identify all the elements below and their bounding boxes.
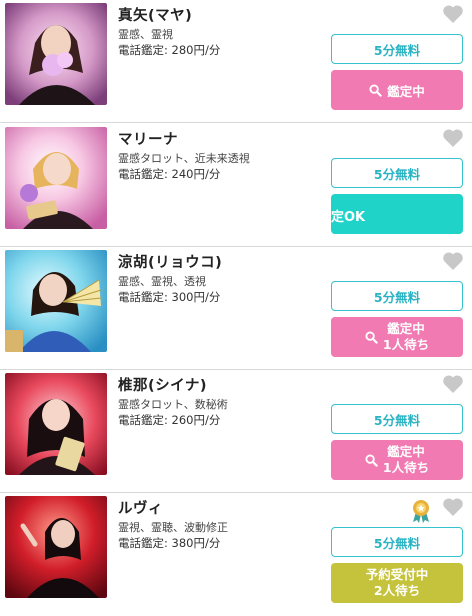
avatar[interactable] — [5, 3, 107, 105]
heart-icon[interactable] — [442, 4, 464, 24]
status-text: 予約受付中 2人待ち — [366, 567, 429, 599]
status-button[interactable]: 定OK — [331, 194, 463, 234]
search-icon — [369, 83, 382, 97]
price-text: 電話鑑定: 380円/分 — [118, 536, 221, 550]
genre-text: 霊視、霊聴、波動修正 — [118, 521, 228, 534]
fortune-teller-list: 真矢(マヤ) 霊感、霊視 電話鑑定: 280円/分 5分無料 鑑定中 マリーナ … — [0, 0, 472, 616]
price-text: 電話鑑定: 280円/分 — [118, 43, 221, 57]
avatar[interactable] — [5, 250, 107, 352]
queue-count: 1人待ち — [382, 337, 430, 352]
status-label: 予約受付中 — [365, 567, 429, 582]
free-5min-button[interactable]: 5分無料 — [331, 34, 463, 64]
heart-icon[interactable] — [442, 497, 464, 517]
status-button[interactable]: 予約受付中 2人待ち — [331, 563, 463, 603]
status-text: 鑑定中 1人待ち — [383, 444, 429, 476]
price-text: 電話鑑定: 300円/分 — [118, 290, 221, 304]
status-button[interactable]: 鑑定中 1人待ち — [331, 440, 463, 480]
free-5min-button[interactable]: 5分無料 — [331, 158, 463, 188]
avatar[interactable] — [5, 127, 107, 229]
status-label: 定OK — [331, 210, 366, 225]
queue-count: 2人待ち — [373, 583, 421, 598]
avatar[interactable] — [5, 496, 107, 598]
heart-icon[interactable] — [442, 251, 464, 271]
status-text: 鑑定中 1人待ち — [383, 321, 429, 353]
price-text: 電話鑑定: 240円/分 — [118, 167, 221, 181]
free-5min-button[interactable]: 5分無料 — [331, 281, 463, 311]
fortune-teller-name[interactable]: マリーナ — [118, 128, 178, 149]
status-label: 鑑定中 — [387, 321, 425, 336]
search-icon — [365, 330, 378, 344]
genre-text: 霊感タロット、近未来透視 — [118, 152, 250, 165]
fortune-teller-name[interactable]: 涼胡(リョウコ) — [118, 251, 222, 272]
free-5min-button[interactable]: 5分無料 — [331, 527, 463, 557]
genre-text: 霊感、霊視、透視 — [118, 275, 206, 288]
search-icon — [365, 453, 378, 467]
genre-text: 霊感タロット、数秘術 — [118, 398, 228, 411]
list-item[interactable]: 涼胡(リョウコ) 霊感、霊視、透視 電話鑑定: 300円/分 5分無料 鑑定中 … — [0, 247, 472, 370]
fortune-teller-name[interactable]: 真矢(マヤ) — [118, 4, 192, 25]
status-label: 鑑定中 — [387, 444, 425, 459]
award-ribbon-icon — [410, 499, 432, 523]
avatar[interactable] — [5, 373, 107, 475]
list-item[interactable]: マリーナ 霊感タロット、近未来透視 電話鑑定: 240円/分 5分無料 定OK — [0, 124, 472, 247]
list-item[interactable]: 真矢(マヤ) 霊感、霊視 電話鑑定: 280円/分 5分無料 鑑定中 — [0, 0, 472, 123]
status-button[interactable]: 鑑定中 1人待ち — [331, 317, 463, 357]
heart-icon[interactable] — [442, 128, 464, 148]
status-button[interactable]: 鑑定中 — [331, 70, 463, 110]
list-item[interactable]: ルヴィ 霊視、霊聴、波動修正 電話鑑定: 380円/分 5分無料 予約受付中 2… — [0, 493, 472, 616]
genre-text: 霊感、霊視 — [118, 28, 173, 41]
fortune-teller-name[interactable]: 椎那(シイナ) — [118, 374, 207, 395]
queue-count: 1人待ち — [382, 460, 430, 475]
status-label: 鑑定中 — [387, 83, 425, 99]
heart-icon[interactable] — [442, 374, 464, 394]
list-item[interactable]: 椎那(シイナ) 霊感タロット、数秘術 電話鑑定: 260円/分 5分無料 鑑定中… — [0, 370, 472, 493]
free-5min-button[interactable]: 5分無料 — [331, 404, 463, 434]
price-text: 電話鑑定: 260円/分 — [118, 413, 221, 427]
fortune-teller-name[interactable]: ルヴィ — [118, 497, 163, 518]
